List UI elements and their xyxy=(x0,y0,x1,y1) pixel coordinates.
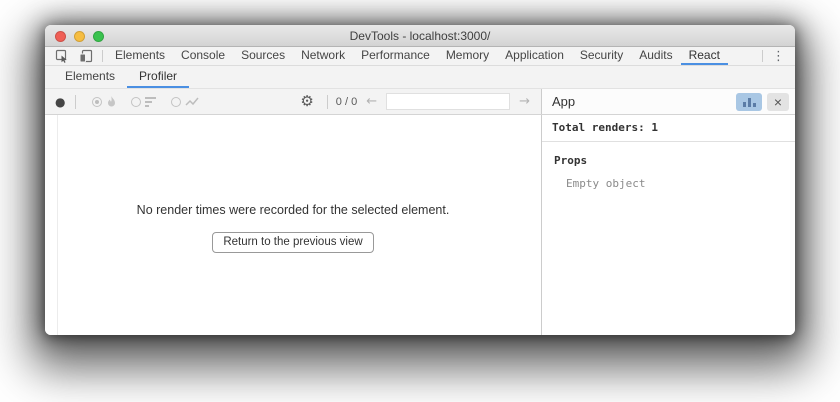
kebab-menu-icon: ⋮ xyxy=(772,49,785,64)
props-label: Props xyxy=(542,142,795,167)
minimize-window-button[interactable] xyxy=(74,31,85,42)
close-panel-button[interactable]: × xyxy=(767,93,789,111)
devtools-window: DevTools - localhost:3000/ Elements Cons… xyxy=(45,25,795,335)
tab-console[interactable]: Console xyxy=(173,47,233,65)
total-renders-text: Total renders: 1 xyxy=(542,115,795,142)
profiler-settings-button[interactable]: ⚙ xyxy=(295,94,318,109)
details-panel-header: App × xyxy=(542,89,795,114)
tab-network[interactable]: Network xyxy=(293,47,353,65)
devtools-tabbar: Elements Console Sources Network Perform… xyxy=(45,47,795,66)
tabbar-right-divider xyxy=(762,50,763,62)
titlebar[interactable]: DevTools - localhost:3000/ xyxy=(45,25,795,47)
content-row: No render times were recorded for the se… xyxy=(45,115,795,335)
close-icon: × xyxy=(774,95,782,109)
gear-icon: ⚙ xyxy=(300,94,313,109)
subtab-profiler[interactable]: Profiler xyxy=(127,66,189,88)
gutter-divider xyxy=(57,115,58,335)
device-toolbar-icon xyxy=(79,49,93,63)
tab-security[interactable]: Security xyxy=(572,47,631,65)
no-render-times-message: No render times were recorded for the se… xyxy=(137,203,450,217)
record-icon: ● xyxy=(55,96,65,108)
toolbar-divider xyxy=(102,50,103,62)
return-previous-view-button[interactable]: Return to the previous view xyxy=(212,232,373,253)
profiler-toolbar: ● xyxy=(45,89,542,114)
tab-performance[interactable]: Performance xyxy=(353,47,438,65)
flame-icon xyxy=(106,96,117,108)
profiler-toolbar-row: ● xyxy=(45,89,795,115)
trending-line-icon xyxy=(185,97,199,107)
radio-selected-icon xyxy=(92,97,102,107)
device-toolbar-button[interactable] xyxy=(74,47,98,65)
next-snapshot-button[interactable]: → xyxy=(516,95,533,108)
inspect-cursor-icon xyxy=(55,49,69,63)
window-title: DevTools - localhost:3000/ xyxy=(350,29,491,43)
tab-elements[interactable]: Elements xyxy=(107,47,173,65)
traffic-lights xyxy=(55,31,104,42)
record-divider xyxy=(75,95,76,109)
tabbar-spacer xyxy=(728,47,758,65)
zoom-window-button[interactable] xyxy=(93,31,104,42)
snapshot-filter-input[interactable] xyxy=(386,93,510,110)
profiler-main-area: No render times were recorded for the se… xyxy=(45,115,542,335)
tab-audits[interactable]: Audits xyxy=(631,47,680,65)
bar-chart-icon xyxy=(743,98,756,107)
record-button[interactable]: ● xyxy=(53,96,67,108)
props-value: Empty object xyxy=(542,167,795,190)
screenshot-stage: DevTools - localhost:3000/ Elements Cons… xyxy=(0,0,840,402)
radio-icon xyxy=(171,97,181,107)
right-arrow-icon: → xyxy=(517,95,532,108)
inspect-element-button[interactable] xyxy=(50,47,74,65)
tab-sources[interactable]: Sources xyxy=(233,47,293,65)
ranked-bars-icon xyxy=(145,97,157,107)
chart-type-ranked-radio[interactable] xyxy=(131,97,157,107)
render-chart-toggle-button[interactable] xyxy=(736,93,762,111)
chart-type-interactions-radio[interactable] xyxy=(171,97,199,107)
details-panel-body: Total renders: 1 Props Empty object xyxy=(542,115,795,335)
tab-react[interactable]: React xyxy=(681,47,728,65)
snapshot-counter: 0 / 0 xyxy=(336,96,357,108)
react-subtabbar: Elements Profiler xyxy=(45,66,795,89)
settings-divider xyxy=(327,95,328,109)
close-window-button[interactable] xyxy=(55,31,66,42)
tab-memory[interactable]: Memory xyxy=(438,47,497,65)
chart-type-flamegraph-radio[interactable] xyxy=(92,96,117,108)
subtab-elements[interactable]: Elements xyxy=(53,66,127,88)
tab-application[interactable]: Application xyxy=(497,47,572,65)
radio-icon xyxy=(131,97,141,107)
previous-snapshot-button[interactable]: ← xyxy=(363,95,380,108)
more-options-button[interactable]: ⋮ xyxy=(767,47,790,65)
selected-component-name: App xyxy=(552,94,575,109)
left-arrow-icon: ← xyxy=(364,95,379,108)
